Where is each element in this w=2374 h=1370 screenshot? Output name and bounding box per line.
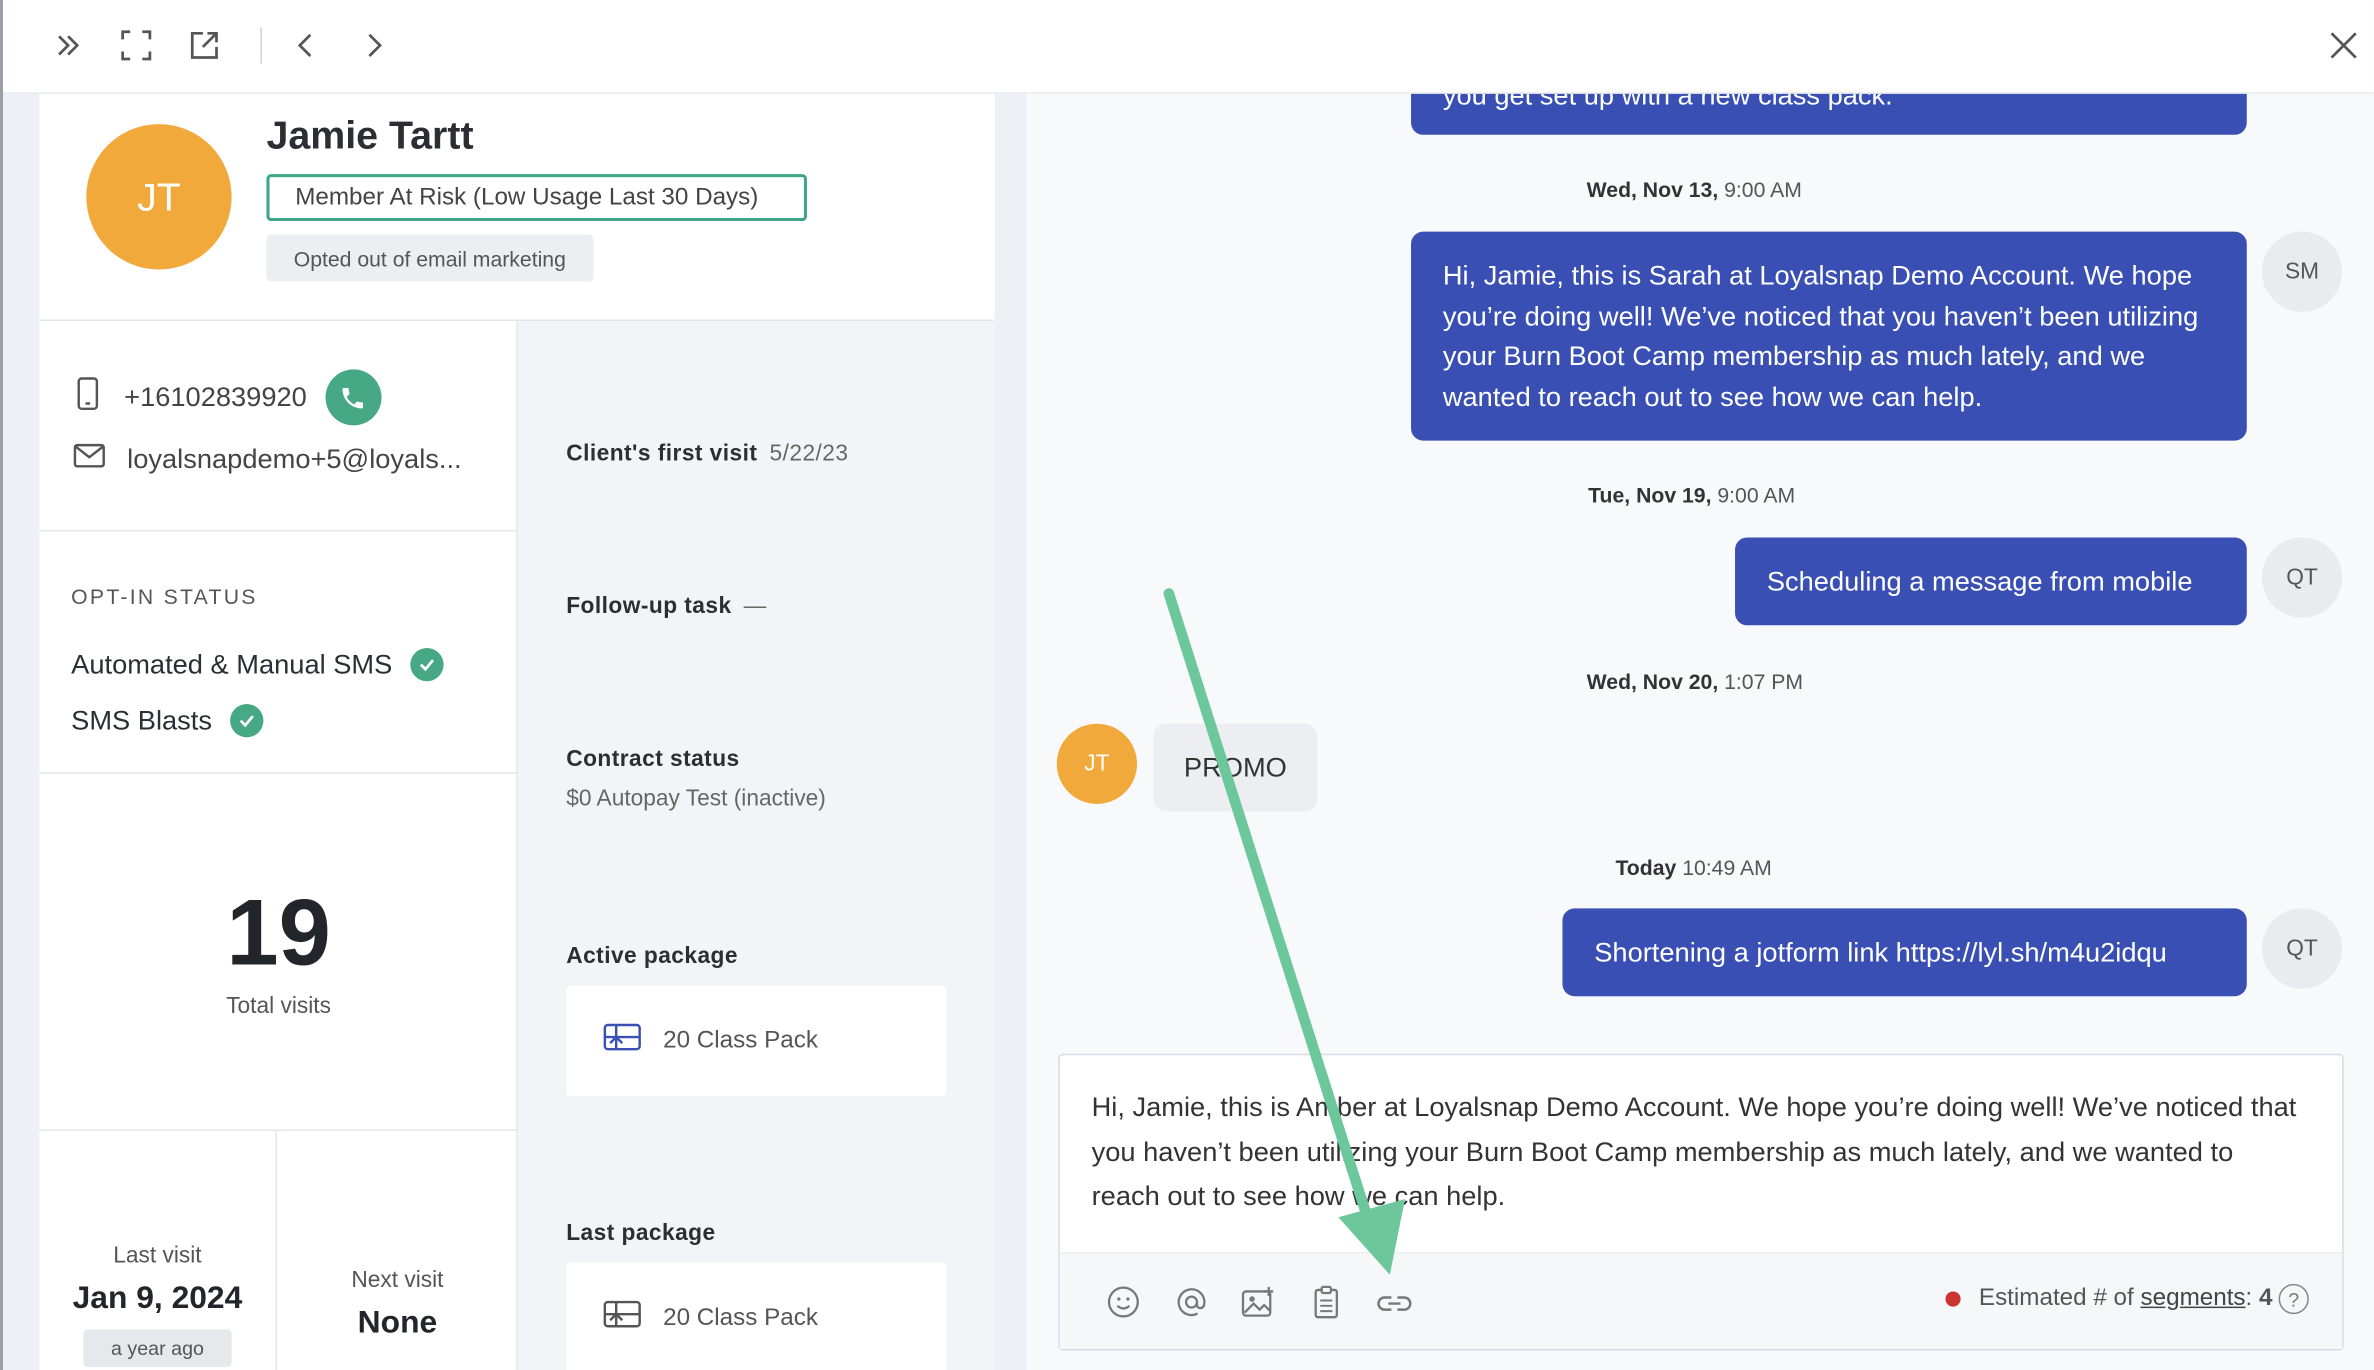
- opt-in-label: Automated & Manual SMS: [71, 648, 393, 680]
- image-icon[interactable]: [1237, 1281, 1279, 1323]
- phone-icon: [73, 375, 103, 419]
- contract-status-label: Contract status: [566, 746, 740, 773]
- total-visits: 19 Total visits: [39, 774, 518, 1131]
- risk-status-badge: Member At Risk (Low Usage Last 30 Days): [266, 174, 807, 222]
- toolbar-divider: [260, 27, 262, 64]
- help-icon[interactable]: ?: [2278, 1283, 2309, 1315]
- emoji-icon[interactable]: [1102, 1281, 1144, 1323]
- timestamp: Tue, Nov 19, 9:00 AM: [1588, 482, 1796, 508]
- last-visit-relative: a year ago: [83, 1329, 232, 1368]
- last-package-label: Last package: [566, 1220, 716, 1247]
- followup-row: Follow-up task —: [566, 593, 767, 619]
- timestamp: Wed, Nov 13, 9:00 AM: [1586, 177, 1802, 202]
- check-circle-icon: [410, 647, 444, 682]
- message-bubble-outgoing: Shortening a jotform link https://lyl.sh…: [1562, 908, 2247, 997]
- next-visit: Next visit None: [277, 1131, 518, 1370]
- first-visit-row: Client's first visit 5/22/23: [566, 441, 848, 467]
- close-icon[interactable]: [2322, 24, 2364, 66]
- opt-in-item: SMS Blasts: [71, 704, 264, 738]
- segments-link[interactable]: segments: [2141, 1285, 2246, 1312]
- chevron-left-icon[interactable]: [285, 24, 327, 66]
- sender-avatar: QT: [2261, 537, 2343, 618]
- contract-status-value: $0 Autopay Test (inactive): [566, 785, 826, 812]
- expand-icon[interactable]: [115, 24, 157, 66]
- message-composer[interactable]: Hi, Jamie, this is Amber at Loyalsnap De…: [1058, 1053, 2344, 1351]
- email-row: loyalsnapdemo+5@loyals...: [73, 442, 462, 477]
- message-bubble-incoming: PROMO: [1153, 723, 1318, 812]
- followup-value: —: [743, 593, 767, 620]
- phone-row: +16102839920: [73, 369, 381, 426]
- visit-dates: Last visit Jan 9, 2024 a year ago Next v…: [39, 1130, 518, 1370]
- opt-in-item: Automated & Manual SMS: [71, 647, 444, 682]
- top-toolbar: [3, 0, 2374, 94]
- next-visit-value: None: [357, 1305, 438, 1340]
- next-visit-label: Next visit: [351, 1267, 444, 1293]
- last-visit-date: Jan 9, 2024: [72, 1280, 243, 1316]
- first-visit-label: Client's first visit: [566, 440, 758, 467]
- envelope-icon: [73, 442, 106, 477]
- segments-label: Estimated # of: [1978, 1285, 2134, 1312]
- total-visits-label: Total visits: [226, 993, 331, 1019]
- phone-call-icon: [342, 387, 364, 408]
- link-icon[interactable]: [1373, 1281, 1415, 1323]
- app-window: JT Jamie Tartt Member At Risk (Low Usage…: [0, 0, 2374, 1370]
- message-bubble-outgoing: Scheduling a message from mobile: [1735, 537, 2247, 626]
- first-visit-value: 5/22/23: [769, 440, 849, 467]
- timestamp: Today 10:49 AM: [1615, 855, 1772, 880]
- gift-card-icon: [603, 1022, 642, 1060]
- details-column: Client's first visit 5/22/23 Follow-up ta…: [517, 320, 995, 1370]
- profile-header: JT Jamie Tartt Member At Risk (Low Usage…: [39, 94, 995, 321]
- mention-icon[interactable]: [1170, 1281, 1212, 1323]
- opt-in-title: OPT-IN STATUS: [71, 584, 258, 609]
- conversation-panel: you get set up with a new class pack. We…: [1026, 93, 2374, 1370]
- active-package-name: 20 Class Pack: [663, 1027, 818, 1053]
- chevron-right-icon[interactable]: [353, 24, 395, 66]
- check-circle-icon: [230, 704, 264, 738]
- message-thread[interactable]: you get set up with a new class pack. We…: [1026, 93, 2374, 1036]
- last-package-name: 20 Class Pack: [663, 1304, 818, 1331]
- phone-number: +16102839920: [124, 381, 307, 412]
- active-package-label: Active package: [566, 943, 738, 969]
- sender-avatar: JT: [1056, 723, 1138, 804]
- opt-in-label: SMS Blasts: [71, 704, 213, 736]
- member-details-panel: JT Jamie Tartt Member At Risk (Low Usage…: [39, 93, 995, 1370]
- open-external-icon[interactable]: [183, 24, 225, 66]
- segments-count: 4: [2259, 1285, 2273, 1312]
- template-icon[interactable]: [1305, 1281, 1347, 1323]
- sender-avatar: SM: [2261, 231, 2343, 312]
- page: JT Jamie Tartt Member At Risk (Low Usage…: [0, 0, 2374, 1370]
- followup-label: Follow-up task: [566, 593, 732, 620]
- summary-column: +16102839920 loyalsnapdemo+5@loyals... O…: [39, 320, 518, 1370]
- total-visits-count: 19: [226, 881, 331, 986]
- segments-estimate: Estimated # of segments: 4 ?: [1945, 1283, 2309, 1315]
- double-chevron-right-icon[interactable]: [47, 24, 89, 66]
- call-button[interactable]: [324, 369, 381, 426]
- member-name: Jamie Tartt: [266, 112, 474, 158]
- avatar: JT: [86, 124, 232, 270]
- email-opt-out-badge: Opted out of email marketing: [266, 234, 594, 282]
- composer-toolbar: Estimated # of segments: 4 ?: [1059, 1252, 2343, 1349]
- message-input[interactable]: Hi, Jamie, this is Amber at Loyalsnap De…: [1092, 1086, 2303, 1220]
- last-visit: Last visit Jan 9, 2024 a year ago: [39, 1130, 278, 1370]
- message-bubble-outgoing: Hi, Jamie, this is Sarah at Loyalsnap De…: [1411, 231, 2247, 441]
- opt-in-status: OPT-IN STATUS Automated & Manual SMS SMS…: [39, 531, 518, 774]
- email-address[interactable]: loyalsnapdemo+5@loyals...: [127, 444, 461, 476]
- last-visit-label: Last visit: [113, 1242, 202, 1269]
- status-dot: [1945, 1291, 1961, 1307]
- timestamp: Wed, Nov 20, 1:07 PM: [1586, 669, 1804, 694]
- contact-info: +16102839920 loyalsnapdemo+5@loyals...: [39, 321, 518, 532]
- active-package-card[interactable]: 20 Class Pack: [566, 985, 947, 1097]
- message-bubble-outgoing: you get set up with a new class pack.: [1411, 93, 2247, 135]
- gift-card-icon: [603, 1299, 642, 1337]
- last-package-card[interactable]: 20 Class Pack: [566, 1262, 947, 1370]
- sender-avatar: QT: [2261, 908, 2343, 989]
